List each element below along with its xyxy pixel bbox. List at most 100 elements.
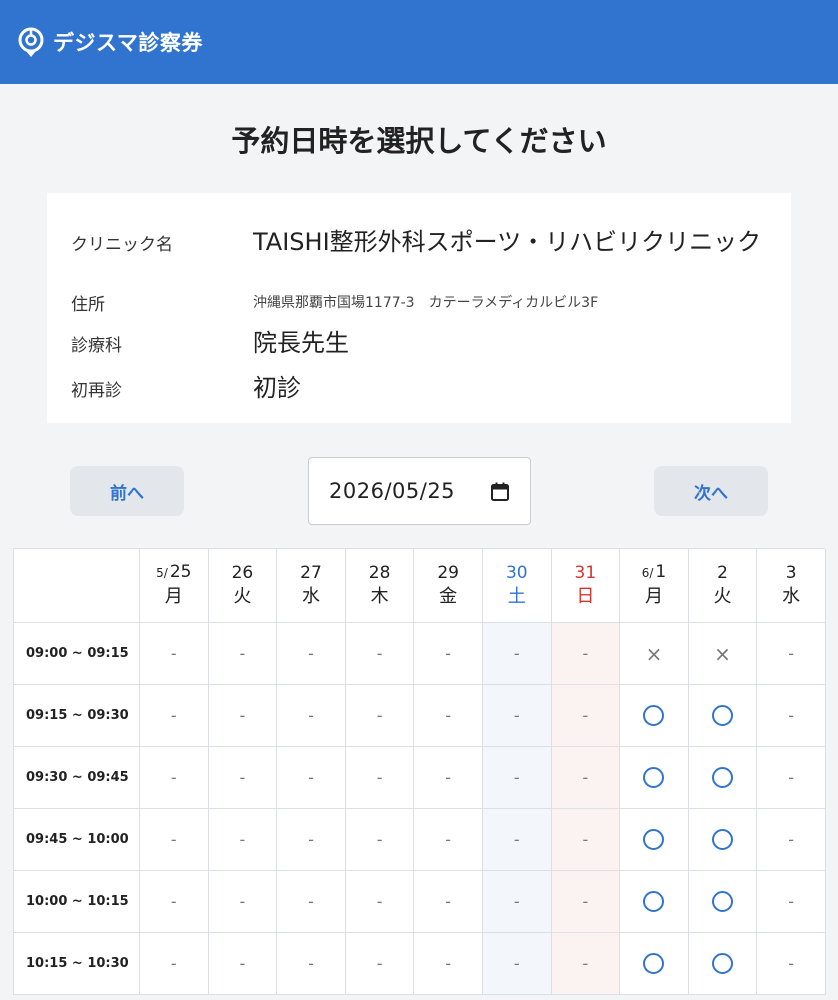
next-button[interactable]: 次へ [654,466,768,516]
available-circle-icon[interactable] [643,705,665,726]
slot-cell: - [140,809,209,871]
slot-cell[interactable] [688,809,758,871]
slot-cell: - [414,747,483,809]
available-circle-icon[interactable] [712,891,734,912]
no-slot-mark: - [170,954,177,973]
day-number: 31 [575,562,597,584]
slot-cell: - [208,747,278,809]
slot-cell[interactable] [688,747,758,809]
available-circle-icon[interactable] [712,829,734,850]
slot-cell: - [140,747,209,809]
slot-cell[interactable] [620,747,689,809]
slot-cell: - [277,623,346,685]
day-header: 31 日 [551,549,621,623]
date-value: 2026/05/25 [329,479,456,503]
slot-cell: - [208,809,278,871]
available-circle-icon[interactable] [643,829,665,850]
day-header: 26 火 [208,549,278,623]
available-circle-icon[interactable] [643,767,665,788]
slot-cell: - [414,871,483,933]
weekday-label: 金 [439,585,458,607]
no-slot-mark: - [582,768,589,787]
date-input[interactable]: 2026/05/25 [308,457,531,525]
slot-cell: - [414,685,483,747]
no-slot-mark: - [308,892,314,911]
available-circle-icon[interactable] [643,953,665,974]
slot-cell: - [277,685,346,747]
no-slot-mark: - [376,892,383,911]
day-value: 1 [655,562,667,582]
no-slot-mark: - [308,954,314,973]
time-slot-row: 09:45 ~ 10:00 - - - - - - - - [14,809,826,871]
slot-cell[interactable] [688,685,758,747]
day-number: 5/25 [156,561,191,584]
prev-button[interactable]: 前へ [70,466,184,516]
day-number: 6/1 [642,561,667,584]
department-row: 診療科 院長先生 [47,323,791,363]
app-name: デジスマ診察券 [53,31,203,55]
available-circle-icon[interactable] [712,767,734,788]
no-slot-mark: - [376,830,383,849]
unavailable-cross-mark: × [714,641,731,666]
no-slot-mark: - [376,644,383,663]
no-slot-mark: - [513,892,520,911]
slot-cell: - [345,809,415,871]
no-slot-mark: - [239,830,246,849]
time-slot-label: 09:30 ~ 09:45 [14,747,140,809]
no-slot-mark: - [445,768,452,787]
no-slot-mark: - [788,954,795,973]
no-slot-mark: - [513,706,520,725]
slot-cell[interactable] [688,933,758,995]
no-slot-mark: - [376,768,383,787]
slot-cell: - [277,933,346,995]
available-circle-icon[interactable] [712,953,734,974]
slot-cell: - [551,809,621,871]
available-circle-icon[interactable] [643,891,665,912]
day-number: 2 [717,562,728,584]
slot-cell[interactable] [620,685,689,747]
no-slot-mark: - [513,768,520,787]
no-slot-mark: - [582,644,589,663]
slot-cell: - [551,747,621,809]
slot-cell: - [140,871,209,933]
address-label: 住所 [71,294,105,315]
slot-cell[interactable] [688,871,758,933]
day-value: 28 [368,562,391,583]
schedule-grid: 5/25 月 26 火 27 水 28 木 29 金 30 土 31 日 6/1 月 2 火 3 水 09:00 ~ 0… [13,548,826,995]
slot-cell[interactable] [620,933,689,995]
day-value: 27 [300,562,322,583]
day-value: 3 [785,562,797,583]
no-slot-mark: - [788,892,795,911]
slot-cell: - [414,809,483,871]
day-header: 5/25 月 [140,549,209,623]
no-slot-mark: - [170,892,177,911]
slot-cell: - [345,623,415,685]
day-header: 2火 [688,549,758,623]
no-slot-mark: - [376,706,383,725]
day-value: 2 [717,562,728,583]
slot-cell: - [208,623,278,685]
slot-cell[interactable] [620,809,689,871]
no-slot-mark: - [239,644,246,663]
slot-cell: - [482,809,552,871]
visit-type-value: 初診 [253,374,301,402]
calendar-icon[interactable] [490,482,510,506]
slot-cell: - [551,685,621,747]
weekday-label: 木 [370,585,389,607]
no-slot-mark: - [445,954,452,973]
time-slot-row: 10:00 ~ 10:15 - - - - - - - - [14,871,826,933]
page-title: 予約日時を選択してください [231,124,607,158]
slot-cell: - [345,871,415,933]
available-circle-icon[interactable] [712,705,734,726]
slot-cell: - [482,747,552,809]
day-header: 27 水 [277,549,346,623]
slot-cell: - [345,685,415,747]
no-slot-mark: - [788,644,795,663]
no-slot-mark: - [513,954,520,973]
month-prefix: 6/ [641,566,654,580]
no-slot-mark: - [445,830,452,849]
slot-cell: × [688,623,758,685]
slot-cell: - [482,871,552,933]
day-number: 29 [437,562,459,584]
slot-cell[interactable] [620,871,689,933]
